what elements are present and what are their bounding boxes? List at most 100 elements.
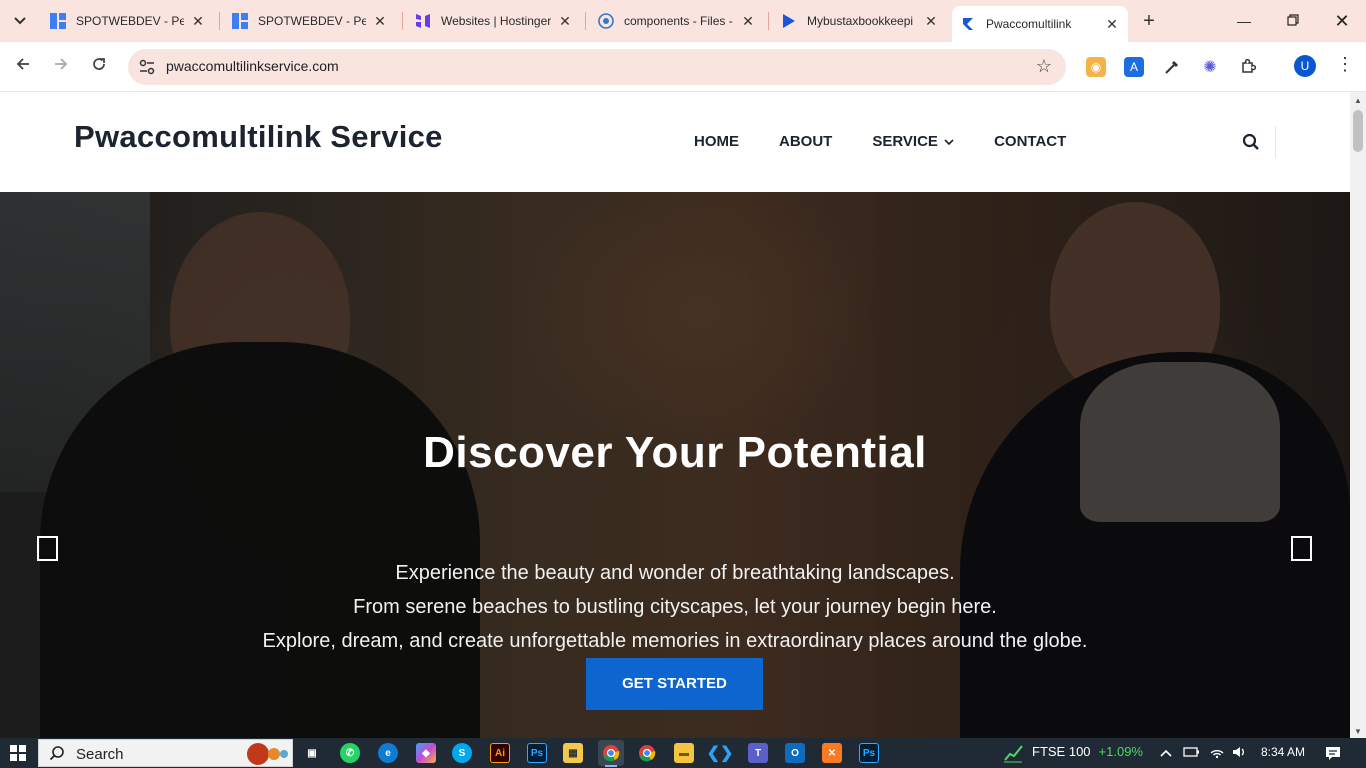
browser-tab[interactable]: Websites | Hostinger ✕ [407, 6, 581, 36]
elementor-icon [232, 13, 248, 29]
edge-icon[interactable]: e [378, 743, 398, 763]
hostinger-icon [415, 13, 431, 29]
browser-tab[interactable]: components - Files - ✕ [590, 6, 764, 36]
browser-tab[interactable]: Mybustaxbookkeepi ✕ [773, 6, 947, 36]
illustrator-icon[interactable]: Ai [490, 743, 510, 763]
restore-icon [1287, 14, 1299, 26]
tab-divider [768, 12, 769, 30]
system-clock[interactable]: 8:34 AM [1261, 745, 1305, 759]
minimize-button[interactable]: — [1232, 8, 1256, 34]
copilot-icon[interactable]: ◆ [416, 743, 436, 763]
ticker-name: FTSE 100 [1032, 744, 1091, 759]
extension-camera-icon[interactable]: ◉ [1086, 57, 1106, 77]
nav-service[interactable]: SERVICE [872, 133, 954, 150]
nav-about[interactable]: ABOUT [779, 133, 832, 150]
stock-ticker[interactable]: FTSE 100 +1.09% [1032, 744, 1143, 759]
taskbar-search-box[interactable]: Search [38, 739, 293, 767]
file-explorer-icon[interactable]: ▬ [674, 743, 694, 763]
hero-title: Discover Your Potential [423, 428, 927, 477]
close-window-button[interactable]: ✕ [1330, 8, 1354, 34]
hero-line: From serene beaches to bustling cityscap… [353, 596, 997, 618]
close-tab-icon[interactable]: ✕ [740, 13, 756, 30]
reload-icon [93, 58, 105, 70]
extension-translate-icon[interactable]: A [1124, 57, 1144, 77]
back-button[interactable] [12, 56, 34, 78]
chrome-icon[interactable] [637, 743, 657, 763]
tab-title: Pwaccomultilink [986, 17, 1072, 31]
new-tab-button[interactable]: + [1138, 10, 1160, 32]
hero-line: Experience the beauty and wonder of brea… [395, 562, 955, 584]
close-tab-icon[interactable]: ✕ [190, 13, 206, 30]
photoshop-icon[interactable]: Ps [859, 743, 879, 763]
nav-home[interactable]: HOME [694, 133, 739, 150]
files-icon [598, 13, 614, 29]
profile-avatar[interactable]: U [1294, 55, 1316, 77]
tab-search-button[interactable] [8, 9, 32, 33]
site-header: Pwaccomultilink Service HOME ABOUT SERVI… [0, 92, 1350, 192]
volume-icon[interactable] [1231, 745, 1247, 762]
browser-tab-strip: SPOTWEBDEV - Pers ✕ SPOTWEBDEV - Pers ✕ … [0, 0, 1366, 42]
close-tab-icon[interactable]: ✕ [372, 13, 388, 30]
nav-service-label: SERVICE [872, 133, 938, 150]
tab-divider [585, 12, 586, 30]
chrome-active-icon[interactable] [598, 740, 624, 766]
store-icon[interactable]: ▦ [563, 743, 583, 763]
browser-tab[interactable]: SPOTWEBDEV - Pers ✕ [42, 6, 214, 36]
forward-button[interactable] [50, 56, 72, 78]
close-tab-icon[interactable]: ✕ [557, 13, 573, 30]
close-tab-icon[interactable]: ✕ [1104, 16, 1120, 33]
arrow-right-icon [55, 58, 68, 70]
bookmark-star-icon[interactable]: ☆ [1036, 56, 1052, 77]
url-text[interactable]: pwaccomultilinkservice.com [166, 58, 339, 74]
close-tab-icon[interactable]: ✕ [923, 13, 939, 30]
browser-menu-icon[interactable]: ⋮ [1336, 54, 1354, 75]
search-highlight-illustration [247, 743, 288, 765]
scroll-up-icon[interactable]: ▲ [1354, 96, 1362, 105]
tab-title: components - Files - [624, 14, 733, 28]
site-brand[interactable]: Pwaccomultilink Service [74, 119, 443, 155]
nav-contact[interactable]: CONTACT [994, 133, 1066, 150]
address-bar[interactable]: pwaccomultilinkservice.com ☆ [128, 49, 1066, 85]
browser-tab[interactable]: SPOTWEBDEV - Pers ✕ [224, 6, 396, 36]
skype-icon[interactable]: S [452, 743, 472, 763]
reload-button[interactable] [88, 56, 110, 78]
chevron-up-icon[interactable] [1160, 745, 1172, 760]
extension-gear-icon[interactable]: ✺ [1200, 57, 1220, 77]
extensions-puzzle-icon[interactable] [1238, 57, 1258, 77]
whatsapp-icon[interactable]: ✆ [340, 743, 360, 763]
wifi-icon[interactable] [1209, 745, 1225, 762]
web-page: Pwaccomultilink Service HOME ABOUT SERVI… [0, 92, 1350, 738]
page-scrollbar[interactable]: ▲ ▼ [1350, 92, 1366, 738]
search-icon [49, 745, 65, 764]
extension-eyedropper-icon[interactable] [1162, 57, 1182, 77]
stock-chart-icon [1004, 745, 1023, 763]
hero-description: Experience the beauty and wonder of brea… [0, 556, 1350, 658]
windows-start-icon[interactable] [10, 745, 26, 761]
xampp-icon[interactable]: ✕ [822, 743, 842, 763]
slider-next-button[interactable] [1291, 536, 1312, 561]
notifications-icon[interactable] [1325, 745, 1341, 764]
kadence-icon [960, 16, 976, 32]
scrollbar-thumb[interactable] [1353, 110, 1363, 152]
arrow-left-icon [16, 58, 29, 70]
task-view-icon[interactable]: ▣ [302, 743, 322, 763]
photoshop-icon[interactable]: Ps [527, 743, 547, 763]
browser-tab-active[interactable]: Pwaccomultilink ✕ [952, 6, 1128, 42]
chevron-down-icon [14, 17, 26, 25]
scroll-down-icon[interactable]: ▼ [1354, 727, 1362, 736]
site-search-button[interactable] [1242, 133, 1262, 153]
search-icon [1242, 133, 1259, 150]
ticker-change: +1.09% [1098, 744, 1143, 759]
tab-divider [219, 12, 220, 30]
slider-prev-button[interactable] [37, 536, 58, 561]
battery-icon[interactable] [1183, 745, 1201, 762]
site-info-icon[interactable] [138, 58, 156, 76]
kadence-icon [781, 13, 797, 29]
vscode-icon[interactable]: ❮❯ [707, 743, 734, 763]
main-nav: HOME ABOUT SERVICE CONTACT [694, 133, 1106, 150]
restore-button[interactable] [1281, 8, 1305, 34]
teams-icon[interactable]: T [748, 743, 768, 763]
outlook-icon[interactable]: O [785, 743, 805, 763]
get-started-button[interactable]: GET STARTED [586, 658, 763, 710]
elementor-icon [50, 13, 66, 29]
